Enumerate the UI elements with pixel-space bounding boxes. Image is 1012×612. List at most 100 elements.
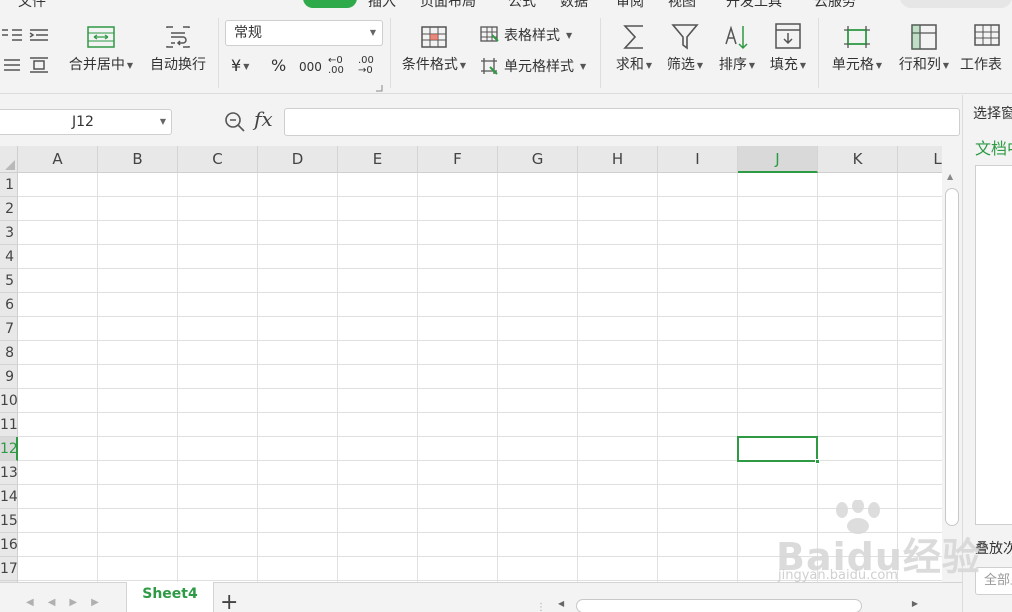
worksheet-icon <box>974 24 1000 46</box>
document-objects-label: 文档中的对象 <box>975 139 1012 158</box>
sheet-tab-sheet4[interactable]: Sheet4 <box>126 582 214 612</box>
column-header-h[interactable]: H <box>578 146 658 173</box>
column-gridline <box>897 173 898 582</box>
row-header-9[interactable]: 9 <box>0 365 18 389</box>
menu-item-file[interactable]: 文件 <box>18 0 46 8</box>
row-header-2[interactable]: 2 <box>0 197 18 221</box>
number-format-select[interactable]: 常规 ▼ <box>225 20 383 46</box>
row-header-14[interactable]: 14 <box>0 485 18 509</box>
thousands-separator-button[interactable]: 000 <box>299 60 322 74</box>
scroll-right-icon[interactable]: ▶ <box>912 599 918 608</box>
search-box[interactable] <box>900 0 1012 8</box>
sort-label: 排序 <box>718 57 747 73</box>
sum-button[interactable]: 求和 ▼ <box>612 22 656 74</box>
select-all-corner[interactable] <box>0 146 18 173</box>
column-header-g[interactable]: G <box>498 146 578 173</box>
row-header-17[interactable]: 17 <box>0 557 18 581</box>
row-header-16[interactable]: 16 <box>0 533 18 557</box>
column-header-i[interactable]: I <box>658 146 738 173</box>
conditional-format-button[interactable]: 条件格式 ▼ <box>398 24 470 74</box>
row-gridline <box>18 244 942 245</box>
row-header-11[interactable]: 11 <box>0 413 18 437</box>
row-column-button[interactable]: 行和列 ▼ <box>894 22 954 74</box>
worksheet-button[interactable]: 工作表 <box>960 22 1012 74</box>
row-header-6[interactable]: 6 <box>0 293 18 317</box>
name-box[interactable]: J12 ▼ <box>0 109 172 135</box>
cell-button[interactable]: 单元格 ▼ <box>826 22 888 74</box>
column-header-d[interactable]: D <box>258 146 338 173</box>
column-header-k[interactable]: K <box>818 146 898 173</box>
zoom-icon[interactable] <box>224 111 246 133</box>
row-header-13[interactable]: 13 <box>0 461 18 485</box>
menu-item-formula[interactable]: 公式 <box>508 0 536 8</box>
column-header-e[interactable]: E <box>338 146 418 173</box>
menu-bar: 文件 插入 页面布局 公式 数据 审阅 视图 开发工具 云服务 <box>0 0 1012 8</box>
sheet-nav-arrows-icon[interactable]: ◀◀▶▶ <box>26 597 113 608</box>
horizontal-scroll-thumb[interactable] <box>576 599 862 612</box>
row-header-4[interactable]: 4 <box>0 245 18 269</box>
currency-button[interactable]: ¥ ▼ <box>231 56 249 75</box>
show-all-button[interactable]: 全部显示 <box>975 567 1012 595</box>
cell-style-button[interactable]: 单元格样式 ▼ <box>480 56 586 76</box>
number-format-value: 常规 <box>234 25 262 41</box>
column-header-b[interactable]: B <box>98 146 178 173</box>
menu-item-cloud[interactable]: 云服务 <box>814 0 856 8</box>
ribbon-divider <box>600 18 601 88</box>
percent-button[interactable]: % <box>271 56 286 75</box>
function-icon[interactable]: fx <box>254 107 273 131</box>
fill-icon <box>775 23 801 49</box>
row-header-5[interactable]: 5 <box>0 269 18 293</box>
align-justify-icon[interactable] <box>2 58 22 74</box>
column-header-l[interactable]: L <box>898 146 942 173</box>
row-header-8[interactable]: 8 <box>0 341 18 365</box>
objects-list[interactable] <box>975 165 1012 525</box>
filter-button[interactable]: 筛选 ▼ <box>662 22 708 74</box>
row-header-12[interactable]: 12 <box>0 437 18 461</box>
row-gridline <box>18 316 942 317</box>
formula-input[interactable] <box>284 108 960 136</box>
column-header-j[interactable]: J <box>738 146 818 173</box>
align-left-icon[interactable] <box>2 28 22 42</box>
wrap-text-button[interactable]: 自动换行 <box>146 24 210 74</box>
row-header-3[interactable]: 3 <box>0 221 18 245</box>
distribute-icon[interactable] <box>28 56 50 74</box>
menu-item-home-active[interactable] <box>303 0 357 8</box>
indent-increase-icon[interactable] <box>28 28 48 42</box>
selection-pane-title: 选择窗格 <box>973 106 1012 122</box>
menu-item-data[interactable]: 数据 <box>560 0 588 8</box>
horizontal-scrollbar[interactable]: ⋮ ◀ ▶ <box>536 599 928 612</box>
column-header-c[interactable]: C <box>178 146 258 173</box>
scroll-grip-icon[interactable]: ⋮ <box>536 602 546 612</box>
row-header-15[interactable]: 15 <box>0 509 18 533</box>
decrease-decimal-button[interactable]: .00 →0 <box>358 56 380 76</box>
cell-style-icon <box>481 58 498 75</box>
column-header-f[interactable]: F <box>418 146 498 173</box>
vertical-scrollbar[interactable]: ▲ <box>942 168 962 582</box>
column-gridline <box>257 173 258 582</box>
table-style-icon <box>480 26 499 42</box>
add-sheet-button[interactable]: + <box>220 592 238 612</box>
menu-item-view[interactable]: 视图 <box>668 0 696 8</box>
fill-button[interactable]: 填充 ▼ <box>766 22 810 74</box>
chevron-down-icon: ▼ <box>459 60 467 70</box>
column-header-a[interactable]: A <box>18 146 98 173</box>
increase-decimal-button[interactable]: ←0 .00 <box>328 56 350 76</box>
menu-item-insert[interactable]: 插入 <box>368 0 396 8</box>
fill-handle[interactable] <box>815 459 820 464</box>
dialog-launcher-icon[interactable] <box>375 84 383 92</box>
vertical-scroll-thumb[interactable] <box>945 188 959 526</box>
merge-center-button[interactable]: 合并居中 ▼ <box>64 24 138 74</box>
row-header-7[interactable]: 7 <box>0 317 18 341</box>
scroll-up-icon[interactable]: ▲ <box>947 172 953 181</box>
spreadsheet-grid[interactable]: ABCDEFGHIJKL123456789101112131415161718 <box>0 146 942 582</box>
sort-button[interactable]: 排序 ▼ <box>714 22 760 74</box>
menu-item-page-layout[interactable]: 页面布局 <box>420 0 476 8</box>
menu-item-developer[interactable]: 开发工具 <box>726 0 782 8</box>
sort-icon <box>725 25 748 50</box>
table-style-button[interactable]: 表格样式 ▼ <box>480 25 572 45</box>
selected-cell-j12[interactable] <box>737 436 820 464</box>
scroll-left-icon[interactable]: ◀ <box>558 599 564 608</box>
row-header-10[interactable]: 10 <box>0 389 18 413</box>
menu-item-review[interactable]: 审阅 <box>616 0 644 8</box>
row-header-1[interactable]: 1 <box>0 173 18 197</box>
